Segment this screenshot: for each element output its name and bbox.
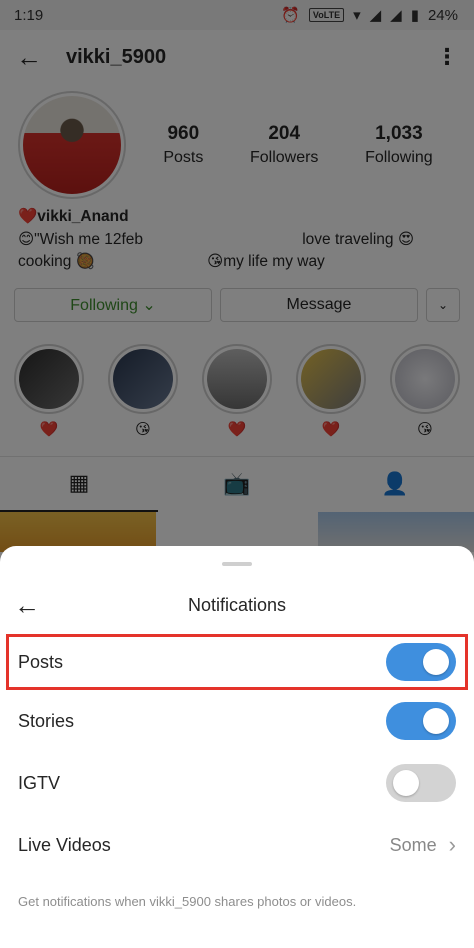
igtv-toggle[interactable] [386,764,456,802]
toggle-knob [423,708,449,734]
igtv-option-label: IGTV [18,772,61,793]
posts-option-label: Posts [18,651,64,672]
live-videos-value: Some [389,834,437,855]
posts-toggle[interactable] [386,643,456,681]
chevron-right-icon: › [448,832,456,857]
back-arrow-icon[interactable]: ← [14,590,40,621]
notifications-footnote: Get notifications when vikki_5900 shares… [18,894,357,909]
toggle-knob [393,770,419,796]
sheet-title: Notifications [187,594,287,615]
stories-toggle[interactable] [386,702,456,740]
notifications-sheet: ← Notifications Posts Stories IGTV Live … [0,546,474,948]
sheet-header: ← Notifications [0,580,474,630]
igtv-notification-row[interactable]: IGTV [0,752,474,814]
toggle-knob [423,649,449,675]
live-videos-notification-row[interactable]: Live Videos Some › [0,814,474,876]
sheet-drag-handle[interactable] [222,562,252,566]
live-videos-option-label: Live Videos [18,834,111,855]
stories-notification-row[interactable]: Stories [0,690,474,752]
stories-option-label: Stories [18,710,75,731]
posts-notification-row[interactable]: Posts [6,634,468,690]
